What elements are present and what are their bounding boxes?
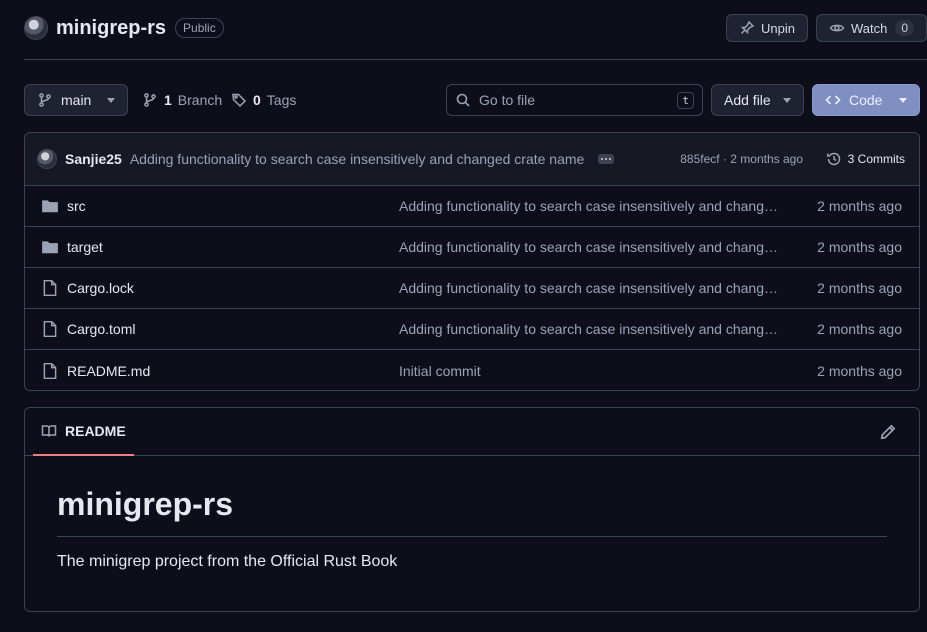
readme-tab-label: README [65,423,126,439]
branches-label: Branch [177,92,223,108]
header-divider [24,59,927,60]
tab-readme[interactable]: README [33,408,134,456]
file-row[interactable]: Cargo.lock Adding functionality to searc… [25,268,919,309]
go-to-file-search[interactable]: t [446,84,703,116]
ellipsis-dot [609,158,612,160]
readme-content: minigrep-rs The minigrep project from th… [25,456,919,571]
commits-label: 3 Commits [847,152,905,166]
code-icon [825,95,841,105]
add-file-button[interactable]: Add file [711,84,804,116]
file-date: 2 months ago [817,239,902,255]
file-row[interactable]: README.md Initial commit 2 months ago [25,350,919,390]
file-name[interactable]: src [67,198,86,214]
owner-avatar[interactable] [24,16,48,40]
search-icon [456,93,470,107]
file-date: 2 months ago [817,280,902,296]
file-date: 2 months ago [817,362,902,379]
file-icon [43,279,57,297]
readme-panel: README minigrep-rs The minigrep project … [24,407,920,612]
file-icon [43,362,57,379]
file-name[interactable]: Cargo.lock [67,280,134,296]
commit-message[interactable]: Adding functionality to search case inse… [130,151,585,167]
file-date: 2 months ago [817,198,902,214]
readme-title: minigrep-rs [57,486,887,537]
search-shortcut-key: t [677,91,694,109]
latest-commit-bar: Sanjie25 Adding functionality to search … [25,133,919,186]
tags-label: Tags [266,92,297,108]
unpin-label: Unpin [760,20,795,36]
ellipsis-dot [601,158,604,160]
file-name[interactable]: Cargo.toml [67,321,135,337]
file-commit-message[interactable]: Initial commit [399,363,781,379]
tags-count: 0 [253,92,261,108]
add-file-label: Add file [724,92,771,108]
file-commit-message[interactable]: Adding functionality to search case inse… [399,280,781,296]
branch-name: main [61,92,92,108]
git-branch-icon [39,93,51,107]
repo-page: minigrep-rs Public Unpin Watch 0 main 1 … [0,0,927,632]
file-name[interactable]: README.md [67,363,150,379]
branches-link[interactable]: 1 Branch [142,84,222,116]
readme-header: README [25,408,919,456]
commit-author[interactable]: Sanjie25 [65,151,122,167]
commits-link[interactable]: 3 Commits [826,151,905,167]
history-icon [826,152,840,166]
watch-count: 0 [895,20,914,36]
tag-icon [232,93,247,108]
pencil-icon [880,424,896,440]
file-date: 2 months ago [817,321,902,337]
branches-count: 1 [164,92,172,108]
ellipsis-dot [605,158,608,160]
file-commit-message[interactable]: Adding functionality to search case inse… [399,321,781,337]
file-toolbar: main 1 Branch 0 Tags t Add file Code [24,84,920,116]
chevron-down-icon [783,97,791,103]
visibility-badge: Public [175,18,224,38]
branch-selector[interactable]: main [24,84,128,116]
readme-description: The minigrep project from the Official R… [57,553,398,570]
code-label: Code [849,92,883,108]
chevron-down-icon [107,97,115,103]
eye-icon [829,24,845,32]
file-commit-message[interactable]: Adding functionality to search case inse… [399,239,781,255]
folder-icon [42,200,58,213]
watch-button[interactable]: Watch 0 [815,14,927,42]
file-commit-message[interactable]: Adding functionality to search case inse… [399,198,781,214]
file-row[interactable]: target Adding functionality to search ca… [25,227,919,268]
pin-icon [740,20,755,35]
file-row[interactable]: src Adding functionality to search case … [25,186,919,227]
tags-link[interactable]: 0 Tags [231,84,296,116]
file-icon [43,320,57,338]
code-button[interactable]: Code [812,84,920,116]
unpin-button[interactable]: Unpin [725,14,808,42]
file-name[interactable]: target [67,239,103,255]
expand-commit-button[interactable] [598,154,615,164]
folder-icon [42,241,58,254]
repo-name[interactable]: minigrep-rs [56,17,166,40]
commit-meta[interactable]: 885fecf · 2 months ago [680,152,803,166]
file-row[interactable]: Cargo.toml Adding functionality to searc… [25,309,919,350]
commit-author-avatar[interactable] [37,149,57,169]
header-actions: Unpin Watch 0 [725,14,927,42]
repo-header: minigrep-rs Public Unpin Watch 0 [24,14,927,42]
git-branch-icon [144,93,156,107]
edit-readme-button[interactable] [879,423,897,441]
file-browser: Sanjie25 Adding functionality to search … [24,132,920,391]
search-input[interactable] [479,92,670,108]
book-icon [41,425,57,437]
chevron-down-icon [899,97,907,103]
watch-label: Watch [850,20,888,36]
